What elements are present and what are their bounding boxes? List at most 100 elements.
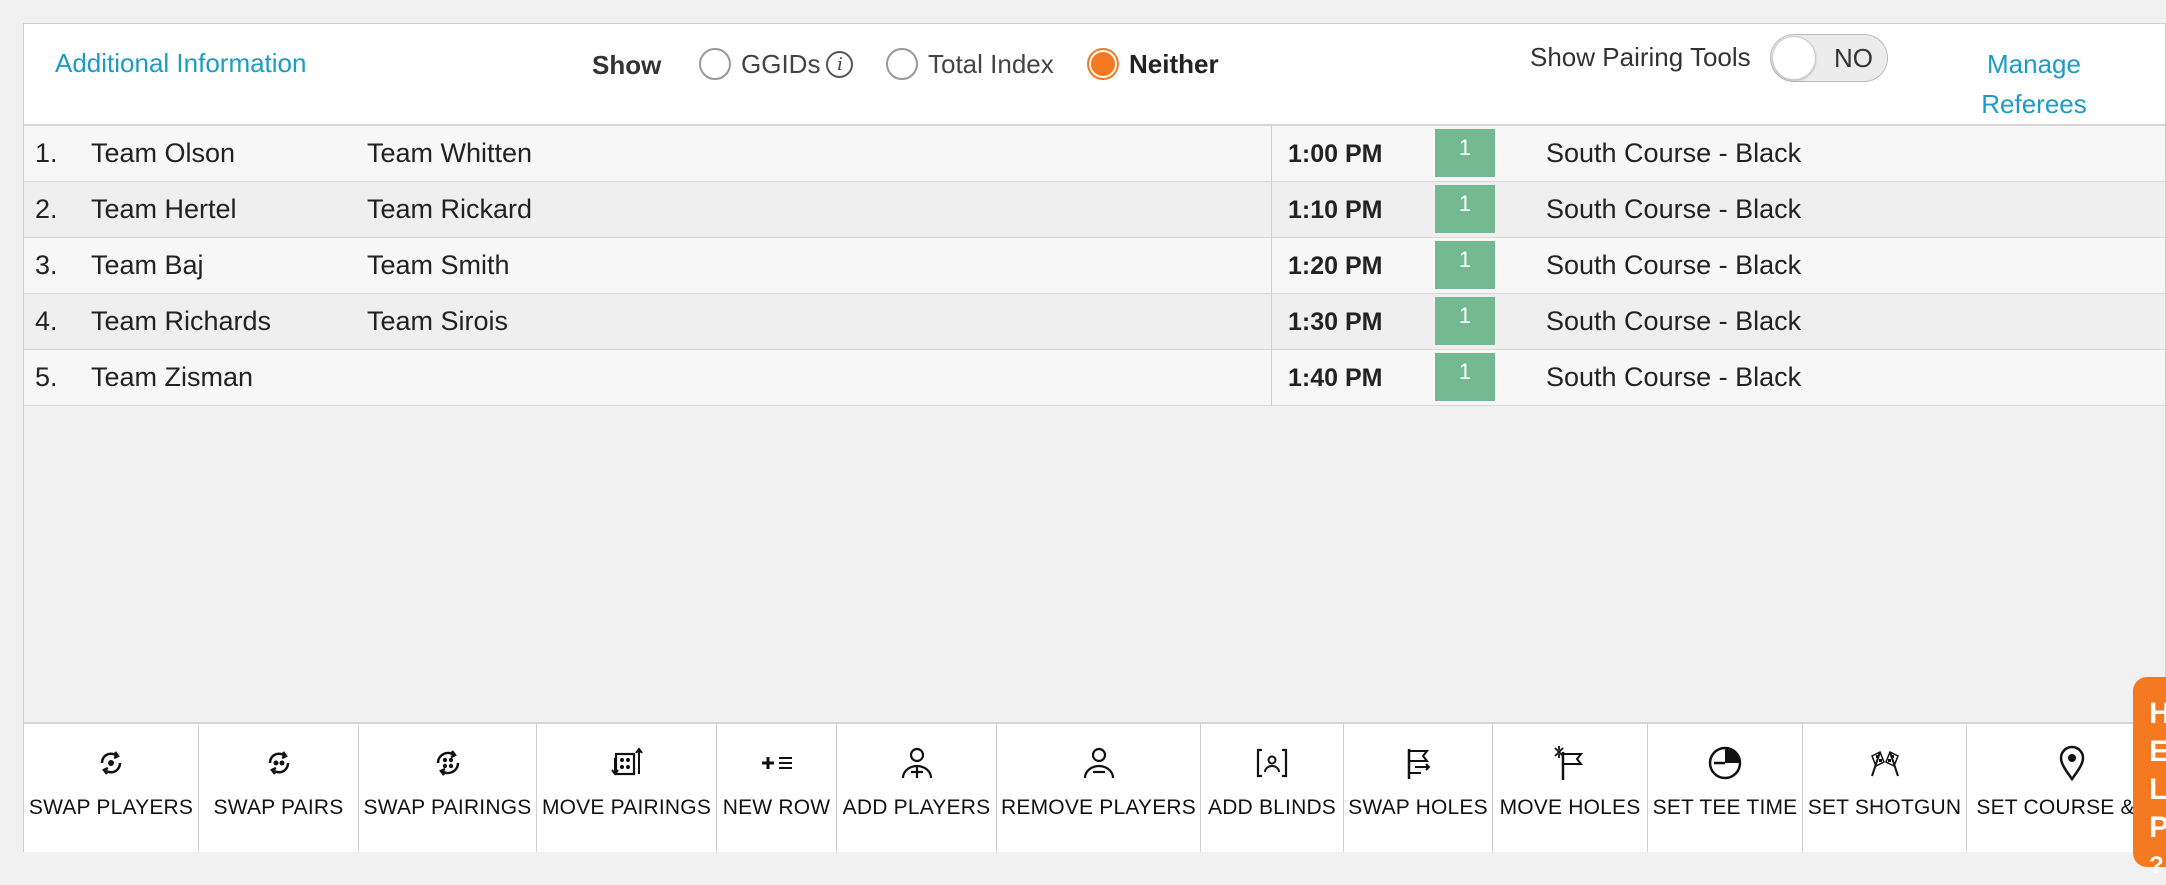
row-number: 2. — [35, 194, 58, 224]
help-letter: L — [2149, 773, 2166, 806]
team-name[interactable]: Team Whitten — [367, 138, 532, 169]
show-label: Show — [592, 50, 662, 80]
map-pin-icon — [2059, 745, 2085, 782]
toggle-value: NO — [1834, 42, 1873, 73]
tool-label: SWAP PAIRS — [213, 796, 344, 819]
team-name[interactable]: Team Olson — [91, 138, 235, 169]
tee-time: 1:00 PM — [1288, 140, 1383, 168]
show-pairing-tools-label: Show Pairing Tools — [1530, 42, 1751, 72]
row-number: 4. — [35, 306, 58, 336]
pairing-row[interactable]: 2. Team Hertel Team Rickard 1:10 PM 1 So… — [24, 182, 2165, 238]
hole-badge: 1 — [1435, 129, 1495, 177]
tool-label: REMOVE PLAYERS — [1001, 796, 1196, 819]
pairing-toolbar: SWAP PLAYERS SWAP PAIRS SWAP PAIRINGS MO… — [24, 722, 2165, 852]
swap-pairs-button[interactable]: SWAP PAIRS — [199, 724, 359, 852]
pairing-tools-toggle[interactable]: NO — [1770, 34, 1888, 82]
tee-time: 1:40 PM — [1288, 364, 1383, 392]
pairing-row[interactable]: 3. Team Baj Team Smith 1:20 PM 1 South C… — [24, 238, 2165, 294]
tool-label: ADD BLINDS — [1207, 796, 1337, 819]
manage-referees-line2: Referees — [1981, 89, 2087, 119]
course-name: South Course - Black — [1546, 194, 1802, 224]
add-blinds-icon — [1256, 748, 1288, 778]
column-divider — [1271, 126, 1272, 182]
manage-referees-line1: Manage — [1987, 49, 2081, 79]
radio-ggids[interactable]: GGIDs i — [699, 46, 854, 82]
checkered-flags-icon — [1870, 750, 1899, 777]
set-shotgun-button[interactable]: SET SHOTGUN — [1803, 724, 1967, 852]
row-number: 5. — [35, 362, 58, 392]
tool-label: SET SHOTGUN — [1807, 796, 1962, 819]
help-tab[interactable]: H E L P ? — [2133, 677, 2166, 879]
pairing-row[interactable]: 5. Team Zisman 1:40 PM 1 South Course - … — [24, 350, 2165, 406]
swap-pairings-button[interactable]: SWAP PAIRINGS — [359, 724, 537, 852]
team-name[interactable]: Team Richards — [91, 306, 271, 337]
tool-label: ADD PLAYERS — [842, 796, 991, 819]
add-players-button[interactable]: ADD PLAYERS — [837, 724, 997, 852]
radio-total-index[interactable]: Total Index — [886, 46, 1054, 82]
tool-label: NEW ROW — [722, 796, 831, 819]
add-blinds-button[interactable]: ADD BLINDS — [1201, 724, 1344, 852]
set-tee-time-button[interactable]: SET TEE TIME — [1648, 724, 1803, 852]
pairing-row[interactable]: 1. Team Olson Team Whitten 1:00 PM 1 Sou… — [24, 126, 2165, 182]
tee-time: 1:20 PM — [1288, 252, 1383, 280]
help-letter: P — [2149, 811, 2166, 844]
hole-badge: 1 — [1435, 185, 1495, 233]
manage-referees-link[interactable]: Manage Referees — [1954, 44, 2114, 124]
toggle-knob — [1772, 36, 1816, 80]
swap-players-icon — [100, 751, 122, 775]
team-name[interactable]: Team Sirois — [367, 306, 508, 337]
radio-neither-circle[interactable] — [1087, 48, 1119, 80]
swap-pairings-icon — [436, 750, 459, 776]
pairings-list: 1. Team Olson Team Whitten 1:00 PM 1 Sou… — [24, 126, 2165, 406]
radio-total-index-circle[interactable] — [886, 48, 918, 80]
swap-players-button[interactable]: SWAP PLAYERS — [24, 724, 199, 852]
course-name: South Course - Black — [1546, 306, 1802, 336]
column-divider — [1271, 350, 1272, 406]
tool-label: SET TEE TIME — [1652, 796, 1798, 819]
new-row-button[interactable]: NEW ROW — [717, 724, 837, 852]
column-divider — [1271, 238, 1272, 294]
move-holes-icon — [1554, 746, 1584, 780]
pairing-row[interactable]: 4. Team Richards Team Sirois 1:30 PM 1 S… — [24, 294, 2165, 350]
new-row-icon — [761, 757, 792, 769]
team-name[interactable]: Team Smith — [367, 250, 510, 281]
row-number: 1. — [35, 138, 58, 168]
row-number: 3. — [35, 250, 58, 280]
radio-ggids-label: GGIDs — [741, 48, 821, 79]
additional-information-link[interactable]: Additional Information — [55, 48, 306, 79]
remove-players-button[interactable]: REMOVE PLAYERS — [997, 724, 1201, 852]
column-divider — [1271, 294, 1272, 350]
hole-badge: 1 — [1435, 297, 1495, 345]
swap-pairs-icon — [268, 751, 289, 775]
hole-badge: 1 — [1435, 353, 1495, 401]
team-name[interactable]: Team Rickard — [367, 194, 532, 225]
radio-total-index-label: Total Index — [928, 48, 1054, 79]
swap-holes-icon — [1407, 749, 1431, 779]
team-name[interactable]: Team Hertel — [91, 194, 237, 225]
pairings-panel: Additional Information Show GGIDs i Tota… — [23, 23, 2166, 852]
tee-time: 1:10 PM — [1288, 196, 1383, 224]
course-name: South Course - Black — [1546, 362, 1802, 392]
radio-neither[interactable]: Neither — [1087, 46, 1219, 82]
move-pairings-button[interactable]: MOVE PAIRINGS — [537, 724, 717, 852]
add-player-icon — [901, 747, 932, 779]
clock-icon — [1708, 746, 1742, 780]
move-holes-button[interactable]: MOVE HOLES — [1493, 724, 1648, 852]
tool-label: SWAP PLAYERS — [28, 796, 194, 819]
info-icon[interactable]: i — [826, 50, 854, 78]
help-letter: E — [2149, 735, 2166, 768]
hole-badge: 1 — [1435, 241, 1495, 289]
help-letter: H — [2149, 697, 2166, 730]
team-name[interactable]: Team Baj — [91, 250, 204, 281]
radio-neither-label: Neither — [1129, 48, 1219, 79]
tool-label: SWAP HOLES — [1348, 796, 1488, 819]
course-name: South Course - Black — [1546, 138, 1802, 168]
team-name[interactable]: Team Zisman — [91, 362, 253, 393]
tool-label: MOVE HOLES — [1499, 796, 1641, 819]
radio-ggids-circle[interactable] — [699, 48, 731, 80]
tee-time: 1:30 PM — [1288, 308, 1383, 336]
remove-player-icon — [1083, 747, 1114, 779]
move-pairings-icon — [610, 747, 643, 776]
pairings-header: Additional Information Show GGIDs i Tota… — [24, 24, 2165, 126]
swap-holes-button[interactable]: SWAP HOLES — [1344, 724, 1493, 852]
